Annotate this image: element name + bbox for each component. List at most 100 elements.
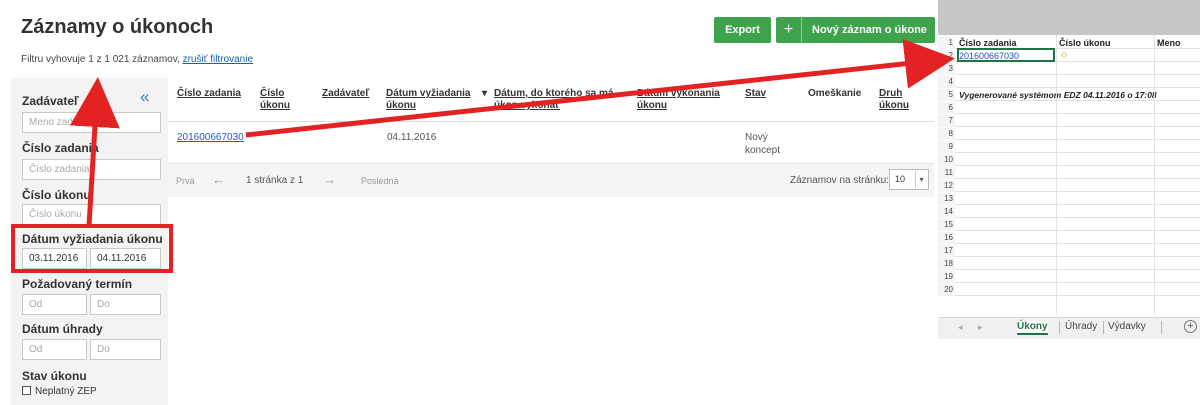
excel-row: 18: [938, 258, 1200, 270]
table-header-divider: [168, 121, 934, 122]
sheet-tab-vydavky[interactable]: Výdavky: [1108, 321, 1146, 332]
excel-row: 13: [938, 193, 1200, 205]
neplatny-zep-checkbox[interactable]: Neplatný ZEP: [22, 386, 97, 397]
excel-row-number: 15: [938, 219, 955, 231]
add-sheet-icon[interactable]: +: [1184, 320, 1197, 333]
cell-stav-line: koncept: [745, 145, 781, 156]
export-button[interactable]: Export: [714, 17, 771, 43]
excel-row-number: 5: [938, 89, 955, 101]
excel-column-divider: [1154, 35, 1155, 315]
cislo-zadania-link[interactable]: 201600667030: [177, 132, 244, 143]
filter-label-cislo-ukonu: Číslo úkonu: [22, 188, 91, 202]
sort-desc-icon: ▾: [482, 88, 488, 99]
warning-icon[interactable]: ◇: [1059, 50, 1069, 60]
per-page-select[interactable]: 10 ▾: [889, 169, 929, 190]
excel-row-number: 2: [938, 50, 955, 62]
excel-row-number: 9: [938, 141, 955, 153]
excel-row-number: 20: [938, 284, 955, 296]
excel-row: 14: [938, 206, 1200, 218]
col-header-text: Dátum vyžiadania: [386, 88, 471, 99]
cell-datum-vyziadania: 04.11.2016: [387, 132, 437, 143]
excel-row-number: 11: [938, 167, 955, 179]
sheet-tab-separator: [1161, 321, 1162, 334]
first-page-link[interactable]: Prvá: [176, 176, 195, 186]
col-header-datum-do[interactable]: Dátum, do ktorého sa má úkon vykonať: [494, 88, 613, 112]
current-page-text: 1 stránka z 1: [246, 175, 304, 186]
col-header-zadavatel[interactable]: Zadávateľ: [322, 88, 369, 100]
excel-row-number: 7: [938, 115, 955, 127]
collapse-sidebar-icon[interactable]: «: [140, 88, 149, 105]
excel-row-number: 3: [938, 63, 955, 75]
col-header-text: úkon vykonať: [494, 100, 560, 111]
col-header-cislo-zadania[interactable]: Číslo zadania: [177, 88, 241, 100]
excel-row: 7: [938, 115, 1200, 127]
excel-row-number: 17: [938, 245, 955, 257]
excel-row: 10: [938, 154, 1200, 166]
new-record-button[interactable]: + Nový záznam o úkone: [776, 17, 935, 43]
col-header-text: úkonu: [879, 100, 909, 111]
pozadovany-termin-from-input[interactable]: Od: [22, 294, 87, 315]
excel-row-number: 13: [938, 193, 955, 205]
table-row: 201600667030: [177, 131, 244, 144]
col-header-text: Dátum vykonania: [637, 88, 720, 99]
excel-row: 3: [938, 63, 1200, 75]
excel-ribbon-area: [938, 0, 1200, 35]
excel-row: 5 Vygenerované systémom EDZ 04.11.2016 o …: [938, 89, 1200, 101]
sheet-tab-uhrady[interactable]: Úhrady: [1065, 321, 1097, 332]
excel-row-number: 18: [938, 258, 955, 270]
excel-row: 8: [938, 128, 1200, 140]
next-page-icon[interactable]: →: [323, 172, 336, 187]
col-header-text: úkonu: [637, 100, 667, 111]
sheet-prev-icon[interactable]: ◂: [958, 322, 963, 333]
highlight-box: [11, 224, 173, 273]
excel-row: 16: [938, 232, 1200, 244]
excel-column-divider: [1056, 35, 1057, 315]
col-header-datum-vykonania[interactable]: Dátum vykonania úkonu: [637, 88, 720, 112]
datum-uhrady-from-input[interactable]: Od: [22, 339, 87, 360]
sheet-next-icon[interactable]: ▸: [978, 322, 983, 333]
clear-filter-link[interactable]: zrušiť filtrovanie: [183, 54, 253, 65]
zadavatel-input[interactable]: Meno zadávateľa: [22, 112, 161, 133]
col-header-datum-vyziadania[interactable]: Dátum vyžiadania úkonu: [386, 88, 470, 112]
chevron-down-icon: ▾: [915, 171, 927, 188]
col-header-text: Druh: [879, 88, 903, 99]
checkbox-label: Neplatný ZEP: [35, 386, 97, 397]
excel-row: 12: [938, 180, 1200, 192]
filter-label-pozadovany-termin: Požadovaný termín: [22, 277, 133, 291]
cislo-ukonu-input[interactable]: Číslo úkonu: [22, 204, 161, 225]
col-header-text: Číslo: [260, 88, 285, 99]
excel-row: 6: [938, 102, 1200, 114]
excel-header-cell[interactable]: Meno: [1157, 37, 1181, 49]
col-header-cislo-ukonu[interactable]: Číslo úkonu: [260, 88, 290, 112]
excel-row-number: 1: [938, 37, 955, 49]
filter-label-cislo-zadania: Číslo zadania: [22, 141, 99, 155]
filter-label-datum-uhrady: Dátum úhrady: [22, 322, 103, 336]
excel-header-cell[interactable]: Číslo úkonu: [1059, 37, 1111, 49]
plus-icon: +: [776, 17, 802, 43]
excel-selected-cell[interactable]: [957, 48, 1055, 62]
sheet-tab-ukony[interactable]: Úkony: [1017, 321, 1048, 335]
col-header-text: úkonu: [260, 100, 290, 111]
datum-uhrady-to-input[interactable]: Do: [90, 339, 161, 360]
last-page-link[interactable]: Posledná: [361, 176, 399, 186]
filter-count-text: Filtru vyhovuje 1 z 1 021 záznamov,: [21, 54, 183, 65]
excel-row: 9: [938, 141, 1200, 153]
excel-row: 17: [938, 245, 1200, 257]
excel-row: 20: [938, 284, 1200, 296]
col-header-druh[interactable]: Druh úkonu: [879, 88, 909, 112]
filter-label-zadavatel: Zadávateľ: [22, 94, 79, 108]
excel-row: 4: [938, 76, 1200, 88]
cislo-zadania-input[interactable]: Číslo zadania: [22, 159, 161, 180]
col-header-stav[interactable]: Stav: [745, 88, 766, 100]
excel-row-number: 8: [938, 128, 955, 140]
checkbox-icon: [22, 386, 31, 395]
col-header-text: Dátum, do ktorého sa má: [494, 88, 614, 99]
filter-label-stav-ukonu: Stav úkonu: [22, 369, 87, 383]
filter-summary: Filtru vyhovuje 1 z 1 021 záznamov, zruš…: [21, 54, 253, 65]
excel-row: 11: [938, 167, 1200, 179]
page-title: Záznamy o úkonoch: [21, 16, 214, 38]
excel-row-number: 14: [938, 206, 955, 218]
excel-generated-note: Vygenerované systémom EDZ 04.11.2016 o 1…: [959, 90, 1157, 100]
prev-page-icon[interactable]: ←: [212, 172, 225, 187]
pozadovany-termin-to-input[interactable]: Do: [90, 294, 161, 315]
